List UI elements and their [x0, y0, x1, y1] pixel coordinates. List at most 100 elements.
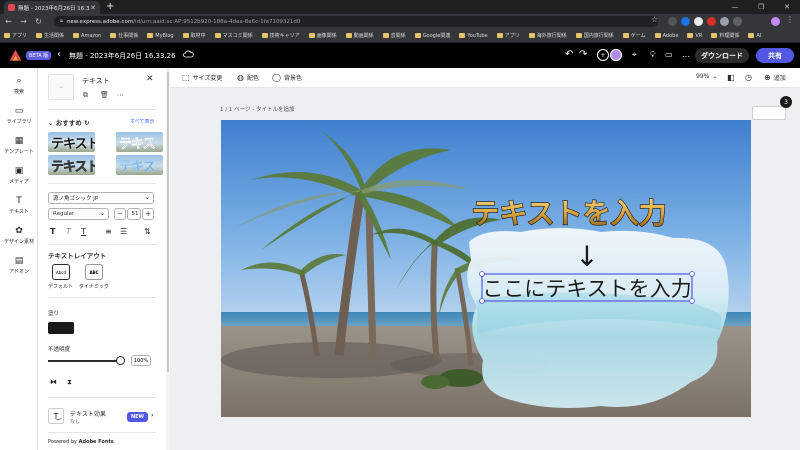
download-button[interactable]: ダウンロード — [695, 48, 749, 63]
duplicate-icon[interactable]: ⧉ — [83, 91, 88, 100]
layout-default-button[interactable]: Abcd — [52, 264, 70, 280]
undo-icon[interactable]: ↶ — [565, 49, 573, 61]
bookmark-item[interactable]: 国内旅行関係 — [575, 32, 614, 39]
bookmark-item[interactable]: Google関連 — [414, 32, 450, 39]
bookmark-item[interactable]: 生活関係 — [36, 32, 64, 39]
flip-vertical-icon[interactable]: ⧗ — [67, 378, 72, 387]
chevron-right-icon[interactable]: › — [151, 411, 154, 419]
extension-s-icon[interactable] — [668, 17, 677, 26]
italic-icon[interactable]: T — [66, 227, 71, 236]
font-size-increase-button[interactable]: + — [142, 208, 154, 220]
close-window-icon[interactable]: ✕ — [774, 0, 800, 14]
url-input[interactable]: 🔒︎ new.express.adobe.com /id/urn:aaid:sc… — [54, 16, 658, 27]
new-tab-icon[interactable]: + — [106, 1, 114, 13]
rail-item-addon[interactable]: ▤ アドオン — [0, 256, 38, 275]
artboard[interactable]: テキストを入力 ↓ ここにテキストを入力 — [221, 120, 751, 417]
bookmark-item[interactable]: Adobe — [654, 33, 678, 39]
list-icon[interactable]: ☰ — [120, 227, 127, 236]
zoom-select[interactable]: 99% ⌄ — [696, 73, 717, 80]
reload-icon[interactable]: ↻ — [32, 15, 45, 28]
bookmark-item[interactable]: アプリ — [496, 32, 520, 39]
back-icon[interactable]: ← — [2, 15, 15, 28]
text-effect-label[interactable]: テキスト効果 — [70, 409, 106, 418]
history-icon[interactable]: ◷ — [745, 73, 755, 82]
rail-item-media[interactable]: ▣ メディア — [0, 166, 38, 185]
bookmark-item[interactable]: 画像関係 — [308, 32, 337, 39]
rail-item-design-assets[interactable]: ✿ デザイン素材 — [0, 226, 38, 245]
align-center-icon[interactable]: ≡ — [105, 227, 112, 236]
page-thumbnail[interactable] — [752, 106, 786, 120]
more-options-icon[interactable]: … — [682, 50, 690, 60]
bookmark-item[interactable]: アプリ — [4, 32, 27, 39]
bookmark-item[interactable]: YouTube — [459, 33, 488, 39]
bookmark-item[interactable]: マスコミ関係 — [214, 32, 253, 39]
opacity-slider-handle[interactable] — [116, 356, 125, 365]
background-color-button[interactable]: ◯ 背景色 — [272, 73, 302, 82]
arrow-down-text[interactable]: ↓ — [575, 240, 598, 273]
selection-handle[interactable] — [479, 271, 485, 277]
location-pin-icon[interactable]: ⌖ — [632, 50, 637, 60]
line-spacing-icon[interactable]: ⇅ — [144, 227, 151, 236]
text-preset-4[interactable]: テキス — [116, 155, 163, 175]
panel-scrollbar-thumb[interactable] — [167, 72, 169, 372]
text-preset-3[interactable]: テキスト — [48, 155, 95, 175]
resize-button[interactable]: ⬚ サイズ変更 — [182, 73, 222, 82]
recommended-heading[interactable]: ⌄ おすすめ ↻ — [48, 117, 89, 127]
profile-avatar-icon[interactable] — [771, 17, 780, 26]
extension-dark-icon[interactable] — [733, 17, 742, 26]
back-chevron-icon[interactable]: ‹ — [57, 49, 61, 61]
layers-icon[interactable]: ◧ — [727, 73, 738, 82]
fill-color-swatch[interactable] — [48, 322, 74, 334]
opacity-slider-track[interactable] — [48, 360, 120, 362]
invite-user-icon[interactable]: + — [597, 49, 609, 61]
redo-icon[interactable]: ↷ — [579, 49, 587, 61]
browser-tab[interactable]: 無題 - 2023年6月26日 16.33.26 ✕ — [4, 1, 100, 14]
bookmark-item[interactable]: 仕事関係 — [110, 32, 138, 39]
text-preset-1[interactable]: テキスト — [48, 132, 95, 152]
pages-button[interactable]: 3 — [752, 96, 792, 124]
adobe-express-logo-icon[interactable] — [9, 49, 22, 62]
user-avatar[interactable] — [610, 49, 622, 61]
bookmark-item[interactable]: MyBlog — [147, 33, 174, 39]
star-icon[interactable]: ☆ — [651, 15, 660, 24]
bookmark-item[interactable]: 技術キャリア — [261, 32, 300, 39]
lightbulb-icon[interactable]: 💡︎ — [650, 50, 656, 60]
rail-item-search[interactable]: ⌕ 検索 — [0, 76, 38, 95]
bookmark-item[interactable]: 料理関係 — [711, 32, 739, 39]
more-actions-icon[interactable]: ⋯ — [117, 91, 124, 99]
flip-horizontal-icon[interactable]: ⧓ — [50, 378, 57, 386]
font-size-input[interactable]: 51 — [127, 208, 141, 220]
bookmark-item[interactable]: 取材中 — [182, 32, 206, 39]
page-title-label[interactable]: 1 / 1 ページ - タイトルを追加 — [220, 105, 294, 113]
bold-icon[interactable]: T — [50, 227, 55, 236]
selection-handle[interactable] — [689, 271, 695, 277]
browser-menu-icon[interactable]: ⋮ — [786, 15, 795, 24]
heading-text[interactable]: テキストを入力 — [471, 196, 667, 230]
font-weight-select[interactable]: Regular ⌄ — [48, 208, 109, 220]
document-title[interactable]: 無題 - 2023年6月26日 16.33.26 — [69, 51, 176, 61]
extension-white-icon[interactable] — [694, 17, 703, 26]
color-button[interactable]: ◍ 配色 — [237, 73, 259, 82]
minimize-icon[interactable]: — — [722, 0, 748, 14]
bookmark-item[interactable]: 海外旅行関係 — [528, 32, 567, 39]
trash-icon[interactable]: 🗑︎ — [100, 91, 109, 99]
comment-icon[interactable]: ▭ — [665, 50, 673, 60]
bookmark-item[interactable]: AI — [748, 33, 761, 39]
opacity-input[interactable]: 100% — [131, 355, 151, 366]
add-page-button[interactable]: ⊕ 追加 — [764, 73, 786, 82]
extension-blue-icon[interactable] — [681, 17, 690, 26]
share-button[interactable]: 共有 — [756, 48, 794, 63]
maximize-icon[interactable]: ❐ — [748, 0, 774, 14]
panel-close-icon[interactable]: ✕ — [146, 74, 154, 84]
layout-dynamic-button[interactable]: ABC — [85, 264, 103, 280]
extension-grey-icon[interactable] — [720, 17, 729, 26]
body-text[interactable]: ここにテキストを入力 — [482, 277, 691, 301]
text-effect-icon[interactable]: T͜ — [48, 408, 64, 424]
rail-item-template[interactable]: ▦ テンプレート — [0, 136, 38, 155]
bookmark-item[interactable]: ゲーム — [622, 32, 646, 39]
tab-close-icon[interactable]: ✕ — [90, 4, 96, 12]
see-all-link[interactable]: すべて表示 — [130, 118, 154, 125]
extension-red-icon[interactable] — [707, 17, 716, 26]
text-preset-2[interactable]: テキス — [116, 132, 163, 152]
bookmark-item[interactable]: 動画関係 — [345, 32, 374, 39]
